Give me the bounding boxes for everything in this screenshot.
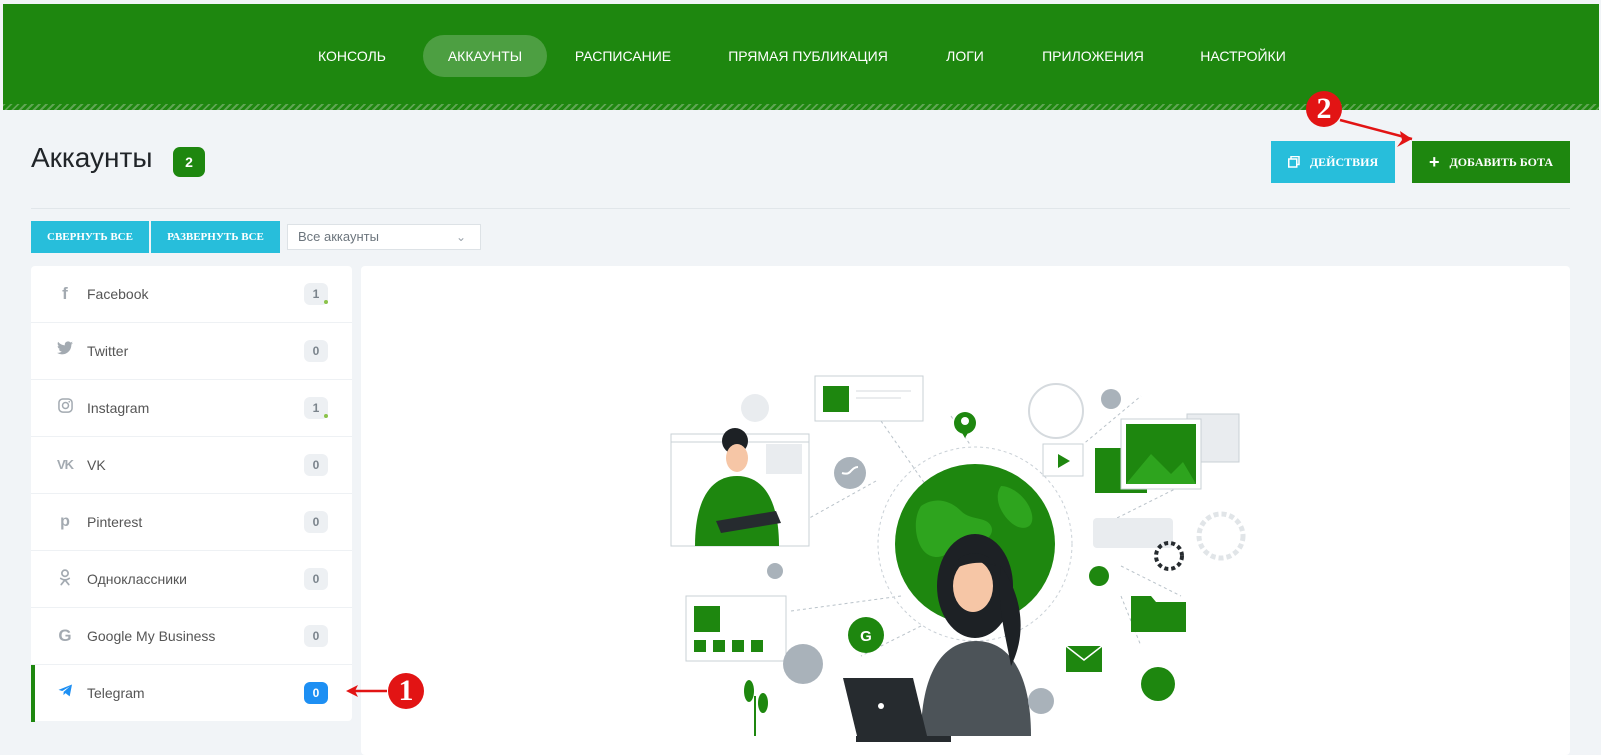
sidebar-item-label: Google My Business	[87, 628, 216, 644]
plus-icon: +	[1428, 152, 1440, 172]
vk-icon: VK	[56, 457, 74, 472]
networks-sidebar: f Facebook 1 Twitter 0 Instagram 1 VK VK…	[31, 266, 352, 722]
telegram-count-badge: 0	[304, 682, 328, 704]
sidebar-item-label: Одноклассники	[87, 571, 188, 587]
odnoklassniki-count-badge: 0	[304, 568, 328, 590]
actions-button[interactable]: Действия	[1271, 141, 1395, 183]
instagram-icon	[55, 398, 75, 418]
nav-item-schedule[interactable]: Расписание	[568, 35, 678, 77]
chevron-down-icon: ⌄	[455, 230, 466, 244]
accounts-count-badge: 2	[173, 147, 205, 177]
copy-icon	[1287, 156, 1300, 168]
sidebar-item-label: Telegram	[87, 685, 145, 701]
nav-item-direct-publish[interactable]: Прямая публикация	[718, 35, 898, 77]
nav-item-logs[interactable]: Логи	[935, 35, 995, 77]
nav-item-apps[interactable]: Приложения	[1033, 35, 1153, 77]
sidebar-item-telegram[interactable]: Telegram 0	[31, 665, 352, 722]
sidebar-item-label: Facebook	[87, 286, 149, 302]
header-divider	[31, 208, 1570, 209]
sidebar-item-facebook[interactable]: f Facebook 1	[31, 266, 352, 323]
main-content-card: G	[361, 266, 1570, 755]
sidebar-item-odnoklassniki[interactable]: Одноклассники 0	[31, 551, 352, 608]
add-bot-button-label: Добавить бота	[1449, 154, 1554, 169]
nav-item-settings[interactable]: Настройки	[1188, 35, 1298, 77]
google-count-badge: 0	[304, 625, 328, 647]
facebook-count-badge: 1	[304, 283, 328, 305]
twitter-icon	[55, 341, 75, 361]
sidebar-item-vk[interactable]: VK VK 0	[31, 437, 352, 494]
accounts-filter-value: Все аккаунты	[298, 229, 379, 244]
sidebar-item-label: Instagram	[87, 400, 150, 416]
pinterest-icon: p	[60, 513, 70, 530]
svg-text:G: G	[860, 628, 872, 645]
sidebar-item-twitter[interactable]: Twitter 0	[31, 323, 352, 380]
main-nav: Консоль Аккаунты Расписание Прямая публи…	[3, 35, 1599, 77]
callout-1: 1	[388, 673, 424, 709]
expand-all-button[interactable]: Развернуть все	[151, 221, 280, 253]
nav-item-accounts[interactable]: Аккаунты	[423, 35, 547, 77]
odnoklassniki-icon	[55, 569, 75, 589]
top-navbar: Консоль Аккаунты Расписание Прямая публи…	[3, 4, 1599, 110]
google-icon: G	[58, 626, 72, 645]
sidebar-item-google-my-business[interactable]: G Google My Business 0	[31, 608, 352, 665]
sidebar-item-label: Twitter	[87, 343, 129, 359]
instagram-count-badge: 1	[304, 397, 328, 419]
accounts-filter-select[interactable]: Все аккаунты ⌄	[287, 224, 481, 250]
twitter-count-badge: 0	[304, 340, 328, 362]
actions-button-label: Действия	[1309, 154, 1379, 169]
sidebar-item-label: Pinterest	[87, 514, 143, 530]
sidebar-item-label: VK	[87, 457, 106, 473]
facebook-icon: f	[62, 284, 68, 303]
sidebar-item-pinterest[interactable]: p Pinterest 0	[31, 494, 352, 551]
nav-item-console[interactable]: Консоль	[302, 35, 402, 77]
pinterest-count-badge: 0	[304, 511, 328, 533]
social-network-illustration: G	[670, 375, 1246, 742]
page-title: Аккаунты	[31, 142, 153, 173]
telegram-icon	[55, 683, 75, 703]
collapse-all-button[interactable]: Свернуть все	[31, 221, 149, 253]
callout-2: 2	[1306, 91, 1342, 127]
add-bot-button[interactable]: + Добавить бота	[1412, 141, 1570, 183]
vk-count-badge: 0	[304, 454, 328, 476]
sidebar-item-instagram[interactable]: Instagram 1	[31, 380, 352, 437]
